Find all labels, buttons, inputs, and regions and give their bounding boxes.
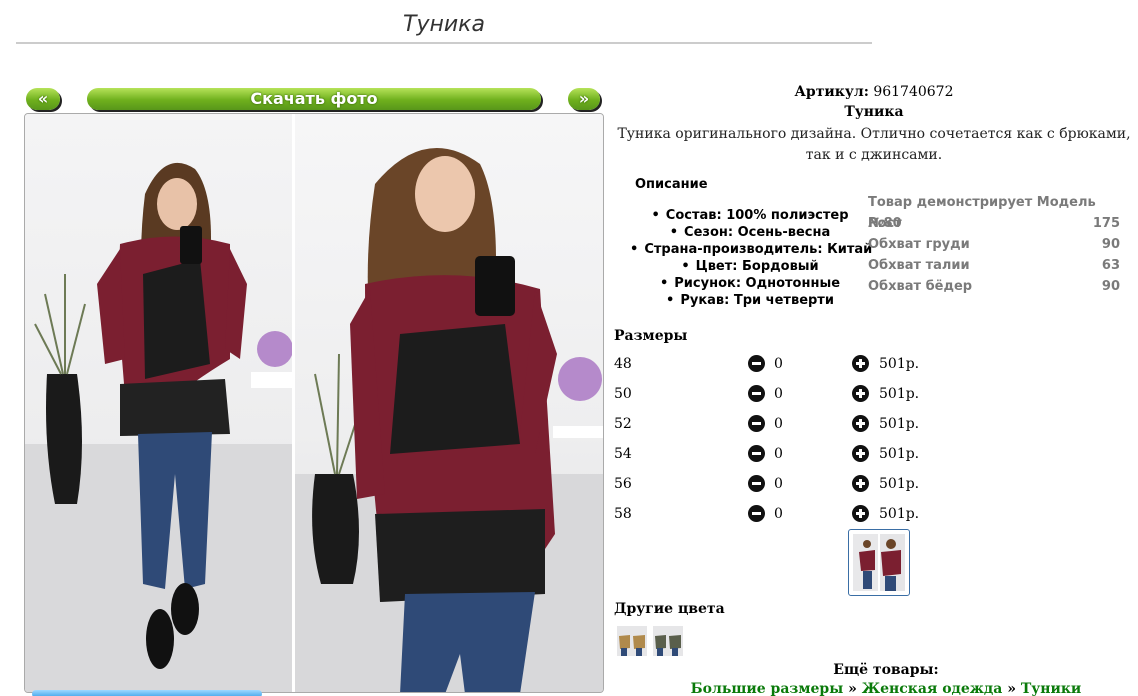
size-row: 48 0 501р. (614, 354, 934, 374)
product-photo[interactable] (24, 113, 604, 693)
breadcrumb: Большие размеры » Женская одежда » Туник… (610, 681, 1138, 696)
size-price: 501р. (879, 506, 920, 522)
minus-icon[interactable] (748, 505, 765, 522)
plus-icon[interactable] (852, 385, 869, 402)
size-quantity: 0 (774, 416, 783, 432)
thumbnail-image (853, 534, 905, 591)
product-description: Туника оригинального дизайна. Отлично со… (617, 126, 1131, 163)
size-price: 501р. (879, 416, 920, 432)
minus-icon[interactable] (748, 415, 765, 432)
size-label: 52 (614, 416, 632, 432)
model-value: 63 (1101, 258, 1120, 273)
size-row: 52 0 501р. (614, 414, 934, 434)
model-label: Рост (868, 216, 902, 231)
specs-list: Состав: 100% полиэстер Сезон: Осень-весн… (630, 207, 872, 309)
spec-item: Состав: 100% полиэстер (630, 207, 870, 224)
title-divider (16, 42, 872, 44)
scroll-indicator[interactable] (32, 690, 262, 696)
article: Артикул: 961740672 (610, 84, 1138, 100)
sizes-heading: Размеры (614, 328, 688, 344)
model-value: 90 (1101, 237, 1120, 252)
article-label: Артикул: (794, 84, 869, 100)
next-photo-button[interactable]: » (568, 88, 600, 110)
product-name: Туника (844, 104, 904, 120)
model-label: Обхват бёдер (868, 279, 973, 294)
model-row: Рост 175 (868, 213, 1120, 234)
size-label: 48 (614, 356, 632, 372)
breadcrumb-separator: » (848, 681, 857, 696)
page-title: Туника (403, 12, 485, 37)
spec-item: Сезон: Осень-весна (630, 224, 870, 241)
spec-item: Цвет: Бордовый (630, 258, 870, 275)
breadcrumb-link[interactable]: Туники (1021, 681, 1082, 696)
size-row: 56 0 501р. (614, 474, 934, 494)
size-price: 501р. (879, 386, 920, 402)
plus-icon[interactable] (852, 415, 869, 432)
model-value: 175 (1092, 216, 1120, 231)
breadcrumb-link[interactable]: Большие размеры (691, 681, 844, 696)
model-row: Обхват бёдер 90 (868, 276, 1120, 297)
plus-icon[interactable] (852, 445, 869, 462)
size-label: 50 (614, 386, 632, 402)
model-label: Обхват груди (868, 237, 970, 252)
plus-icon[interactable] (852, 505, 869, 522)
product-photo-right (295, 114, 603, 692)
plus-icon[interactable] (852, 355, 869, 372)
size-row: 54 0 501р. (614, 444, 934, 464)
color-variant-thumbnail[interactable] (617, 626, 647, 656)
breadcrumb-separator: » (1007, 681, 1016, 696)
size-quantity: 0 (774, 446, 783, 462)
article-value: 961740672 (873, 84, 954, 100)
more-products-heading: Ещё товары: (833, 662, 939, 678)
spec-item: Рисунок: Однотонные (630, 275, 870, 292)
product-photo-left (25, 114, 292, 692)
size-quantity: 0 (774, 506, 783, 522)
model-title: Товар демонстрирует Модель №80 (868, 195, 1096, 231)
model-row: Обхват талии 63 (868, 255, 1120, 276)
size-price: 501р. (879, 356, 920, 372)
prev-photo-button[interactable]: « (26, 88, 60, 110)
minus-icon[interactable] (748, 445, 765, 462)
model-value: 90 (1101, 279, 1120, 294)
specs-heading: Описание (635, 177, 708, 192)
size-row: 50 0 501р. (614, 384, 934, 404)
size-quantity: 0 (774, 476, 783, 492)
size-label: 54 (614, 446, 632, 462)
size-quantity: 0 (774, 356, 783, 372)
size-price: 501р. (879, 446, 920, 462)
model-row: Обхват груди 90 (868, 234, 1120, 255)
size-label: 56 (614, 476, 632, 492)
spec-item: Рукав: Три четверти (630, 292, 870, 309)
minus-icon[interactable] (748, 385, 765, 402)
spec-item: Страна-производитель: Китай (630, 241, 872, 258)
size-label: 58 (614, 506, 632, 522)
download-photo-button[interactable]: Скачать фото (87, 88, 541, 110)
breadcrumb-link[interactable]: Женская одежда (862, 681, 1003, 696)
model-info: Товар демонстрирует Модель №80 Рост 175 О… (868, 192, 1120, 297)
size-row: 58 0 501р. (614, 504, 934, 524)
color-variant-thumbnail[interactable] (653, 626, 683, 656)
minus-icon[interactable] (748, 475, 765, 492)
minus-icon[interactable] (748, 355, 765, 372)
size-price: 501р. (879, 476, 920, 492)
other-colors-heading: Другие цвета (614, 601, 725, 617)
size-quantity: 0 (774, 386, 783, 402)
product-thumbnail[interactable] (848, 529, 910, 596)
plus-icon[interactable] (852, 475, 869, 492)
model-label: Обхват талии (868, 258, 970, 273)
